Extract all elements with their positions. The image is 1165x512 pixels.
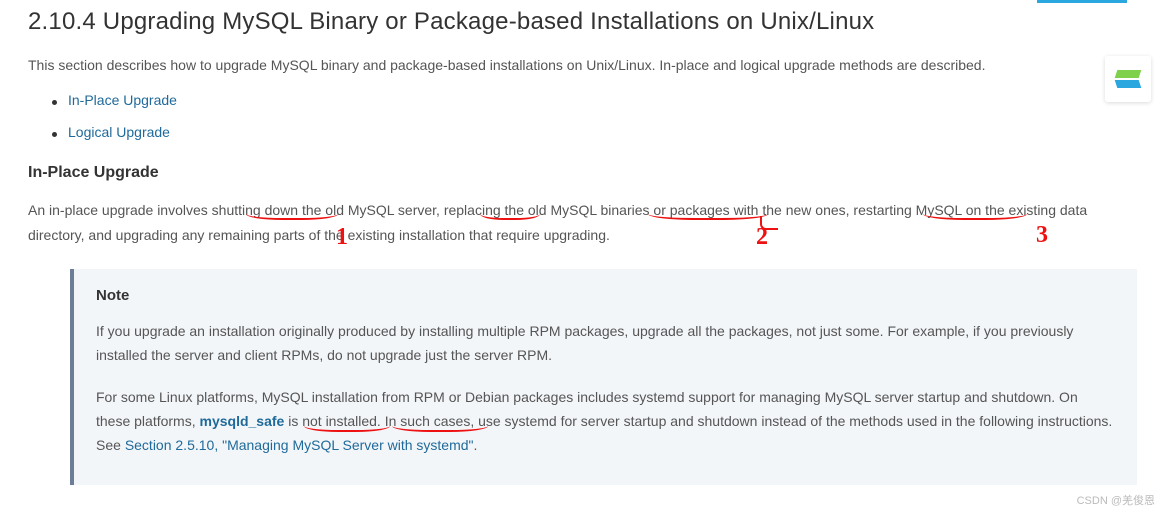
toc-item: In-Place Upgrade <box>52 92 1137 110</box>
top-accent-bar <box>1037 0 1127 3</box>
annotation-number-2: 2 <box>756 216 768 258</box>
toc-list: In-Place Upgrade Logical Upgrade <box>52 92 1137 142</box>
section-body: An in-place upgrade involves shutting do… <box>28 198 1137 247</box>
section-heading-inplace: In-Place Upgrade <box>28 164 1137 182</box>
intro-paragraph: This section describes how to upgrade My… <box>28 54 1137 76</box>
annotation-hook-2 <box>760 216 778 230</box>
toc-item: Logical Upgrade <box>52 124 1137 142</box>
note-box: Note If you upgrade an installation orig… <box>70 269 1137 485</box>
annotation-number-3: 3 <box>1036 214 1048 256</box>
note-title: Note <box>96 287 1115 304</box>
logo-bar-blue <box>1115 80 1142 88</box>
toc-link-logical[interactable]: Logical Upgrade <box>68 124 170 140</box>
section-body-text: An in-place upgrade involves shutting do… <box>28 202 1087 243</box>
logo-bar-green <box>1115 70 1142 78</box>
page-title: 2.10.4 Upgrading MySQL Binary or Package… <box>28 8 1137 36</box>
document-content: 2.10.4 Upgrading MySQL Binary or Package… <box>0 0 1165 485</box>
note-text-c: . <box>474 437 478 453</box>
toc-link-inplace[interactable]: In-Place Upgrade <box>68 92 177 108</box>
link-section-2-5-10[interactable]: Section 2.5.10, "Managing MySQL Server w… <box>125 437 474 453</box>
watermark: CSDN @羌俊恩 <box>1077 492 1155 508</box>
note-paragraph-2: For some Linux platforms, MySQL installa… <box>96 386 1115 457</box>
keyword-mysqld-safe: mysqld_safe <box>200 413 285 429</box>
note-paragraph-1: If you upgrade an installation originall… <box>96 320 1115 368</box>
